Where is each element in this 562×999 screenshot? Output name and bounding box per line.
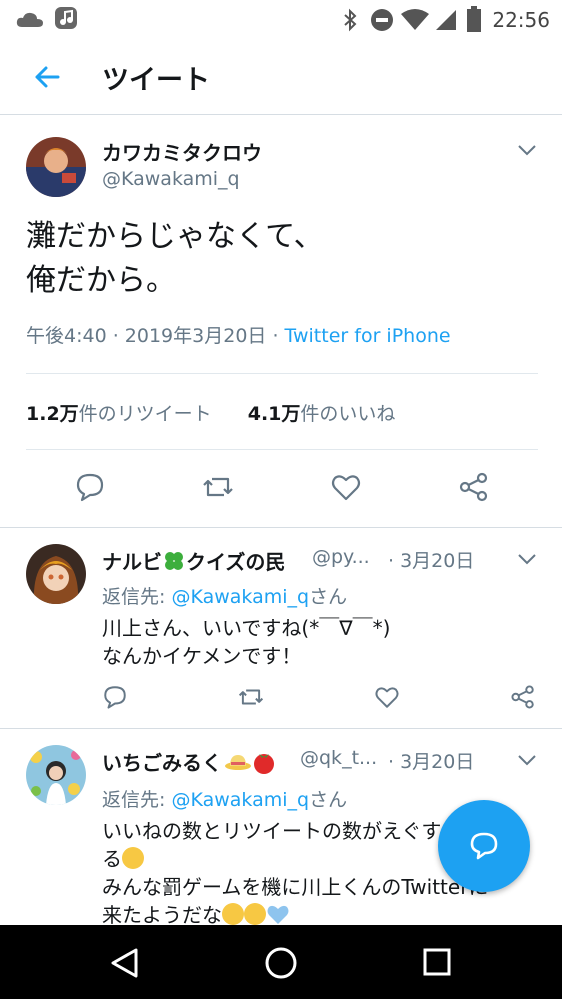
reply-to-mention[interactable]: @Kawakami_q xyxy=(171,586,309,608)
tweet-timestamp: 午後4:40 · 2019年3月20日 · xyxy=(26,325,285,347)
author-handle[interactable]: @Kawakami_q xyxy=(102,168,240,190)
retweet-icon[interactable] xyxy=(238,684,264,710)
hat-emoji-icon xyxy=(225,755,251,770)
tweet-source-link[interactable]: Twitter for iPhone xyxy=(285,325,451,347)
divider xyxy=(26,449,538,450)
author-name-text: ナルビ xyxy=(102,550,162,574)
author-name-suffix: クイズの民 xyxy=(186,550,286,574)
reply-text: 川上さん、いいですね(*￣∇￣*) なんかイケメンです！ xyxy=(102,614,390,670)
profile-photo xyxy=(26,745,86,805)
tweet-stats: 1.2万件のリツイート 4.1万件のいいね xyxy=(26,399,395,426)
reply-author-name[interactable]: ナルビ クイズの民 xyxy=(102,546,285,575)
retweet-label: 件のリツイート xyxy=(78,403,212,425)
bluetooth-icon xyxy=(344,8,357,32)
music-app-icon xyxy=(55,7,77,29)
reply-bubble-icon xyxy=(470,832,498,860)
tweet-meta: 午後4:40 · 2019年3月20日 · Twitter for iPhone xyxy=(26,321,451,348)
avatar[interactable] xyxy=(26,544,86,604)
status-time: 22:56 xyxy=(492,8,550,32)
avatar[interactable] xyxy=(26,745,86,805)
reply-tweet[interactable]: ナルビ クイズの民 @py... · 3月20日 返信先: @Kawakami_… xyxy=(0,528,562,729)
reply-text-line: 来たようだな xyxy=(102,903,222,927)
reply-text: いいねの数とリツイートの数がえぐすぎて る みんな罰ゲームを機に川上くんのTwi… xyxy=(102,817,488,929)
reply-date: · 3月20日 xyxy=(388,550,475,572)
nav-home-icon[interactable] xyxy=(264,946,298,980)
system-navigation-bar xyxy=(0,925,562,999)
retweet-stat[interactable]: 1.2万件のリツイート xyxy=(26,403,212,425)
crying-laughing-emoji-icon xyxy=(222,903,244,925)
reply-to-line: 返信先: @Kawakami_qさん xyxy=(102,582,347,609)
tweet-text-line: 灘だからじゃなくて、 xyxy=(26,219,324,254)
do-not-disturb-icon xyxy=(371,9,393,31)
crying-laughing-emoji-icon xyxy=(244,903,266,925)
retweet-count: 1.2万 xyxy=(26,403,79,425)
nav-recents-icon[interactable] xyxy=(422,947,452,977)
reply-to-suffix: さん xyxy=(309,789,348,811)
crying-laughing-emoji-icon xyxy=(122,847,144,869)
tomato-emoji-icon xyxy=(254,754,274,774)
reply-to-suffix: さん xyxy=(309,586,348,608)
like-heart-icon[interactable] xyxy=(374,684,400,710)
wifi-icon xyxy=(401,9,429,30)
retweet-icon[interactable] xyxy=(202,471,234,503)
status-bar: 22:56 xyxy=(0,0,562,40)
nav-back-icon[interactable] xyxy=(108,947,142,979)
profile-photo xyxy=(26,137,86,197)
four-leaf-clover-icon xyxy=(165,552,183,570)
battery-icon xyxy=(467,6,481,32)
share-icon[interactable] xyxy=(510,684,536,710)
reply-text-line: る xyxy=(102,847,122,871)
share-icon[interactable] xyxy=(458,471,490,503)
page-title: ツイート xyxy=(102,65,210,96)
reply-author-handle[interactable]: @py... xyxy=(312,546,370,568)
tweet-text: 灘だからじゃなくて、 俺だから。 xyxy=(26,215,324,303)
reply-text-line: いいねの数とリツイートの数がえぐすぎて xyxy=(102,819,482,843)
reply-date: · 3月20日 xyxy=(388,751,475,773)
reply-text-line: 川上さん、いいですね(*￣∇￣*) xyxy=(102,616,391,640)
app-bar: ツイート xyxy=(0,40,562,115)
blue-heart-emoji-icon xyxy=(267,905,289,924)
author-name[interactable]: カワカミタクロウ xyxy=(102,137,262,166)
chevron-down-icon[interactable] xyxy=(516,143,538,157)
reply-to-prefix: 返信先: xyxy=(102,586,172,608)
like-heart-icon[interactable] xyxy=(330,471,362,503)
reply-text-line: なんかイケメンです！ xyxy=(102,644,302,668)
signal-icon xyxy=(436,10,456,30)
back-arrow-icon[interactable] xyxy=(30,60,64,94)
tweet-text-line: 俺だから。 xyxy=(26,263,176,298)
profile-photo xyxy=(26,544,86,604)
divider xyxy=(26,373,538,374)
author-name-text: いちごみるく xyxy=(102,751,222,775)
reply-text-line: みんな罰ゲームを機に川上くんのTwitterに xyxy=(102,875,489,899)
avatar[interactable] xyxy=(26,137,86,197)
reply-icon[interactable] xyxy=(74,471,106,503)
reply-to-mention[interactable]: @Kawakami_q xyxy=(171,789,309,811)
reply-icon[interactable] xyxy=(102,684,128,710)
chevron-down-icon[interactable] xyxy=(516,753,538,767)
like-label: 件のいいね xyxy=(300,403,396,425)
reply-author-handle[interactable]: @qk_t... xyxy=(300,747,377,769)
like-count: 4.1万 xyxy=(247,403,301,425)
reply-to-prefix: 返信先: xyxy=(102,789,172,811)
reply-to-line: 返信先: @Kawakami_qさん xyxy=(102,785,347,812)
compose-reply-button[interactable] xyxy=(438,800,530,892)
main-tweet: カワカミタクロウ @Kawakami_q 灘だからじゃなくて、 俺だから。 午後… xyxy=(0,115,562,528)
cloud-icon xyxy=(16,12,43,27)
like-stat[interactable]: 4.1万件のいいね xyxy=(248,403,396,425)
chevron-down-icon[interactable] xyxy=(516,552,538,566)
reply-author-name[interactable]: いちごみるく xyxy=(102,747,276,776)
